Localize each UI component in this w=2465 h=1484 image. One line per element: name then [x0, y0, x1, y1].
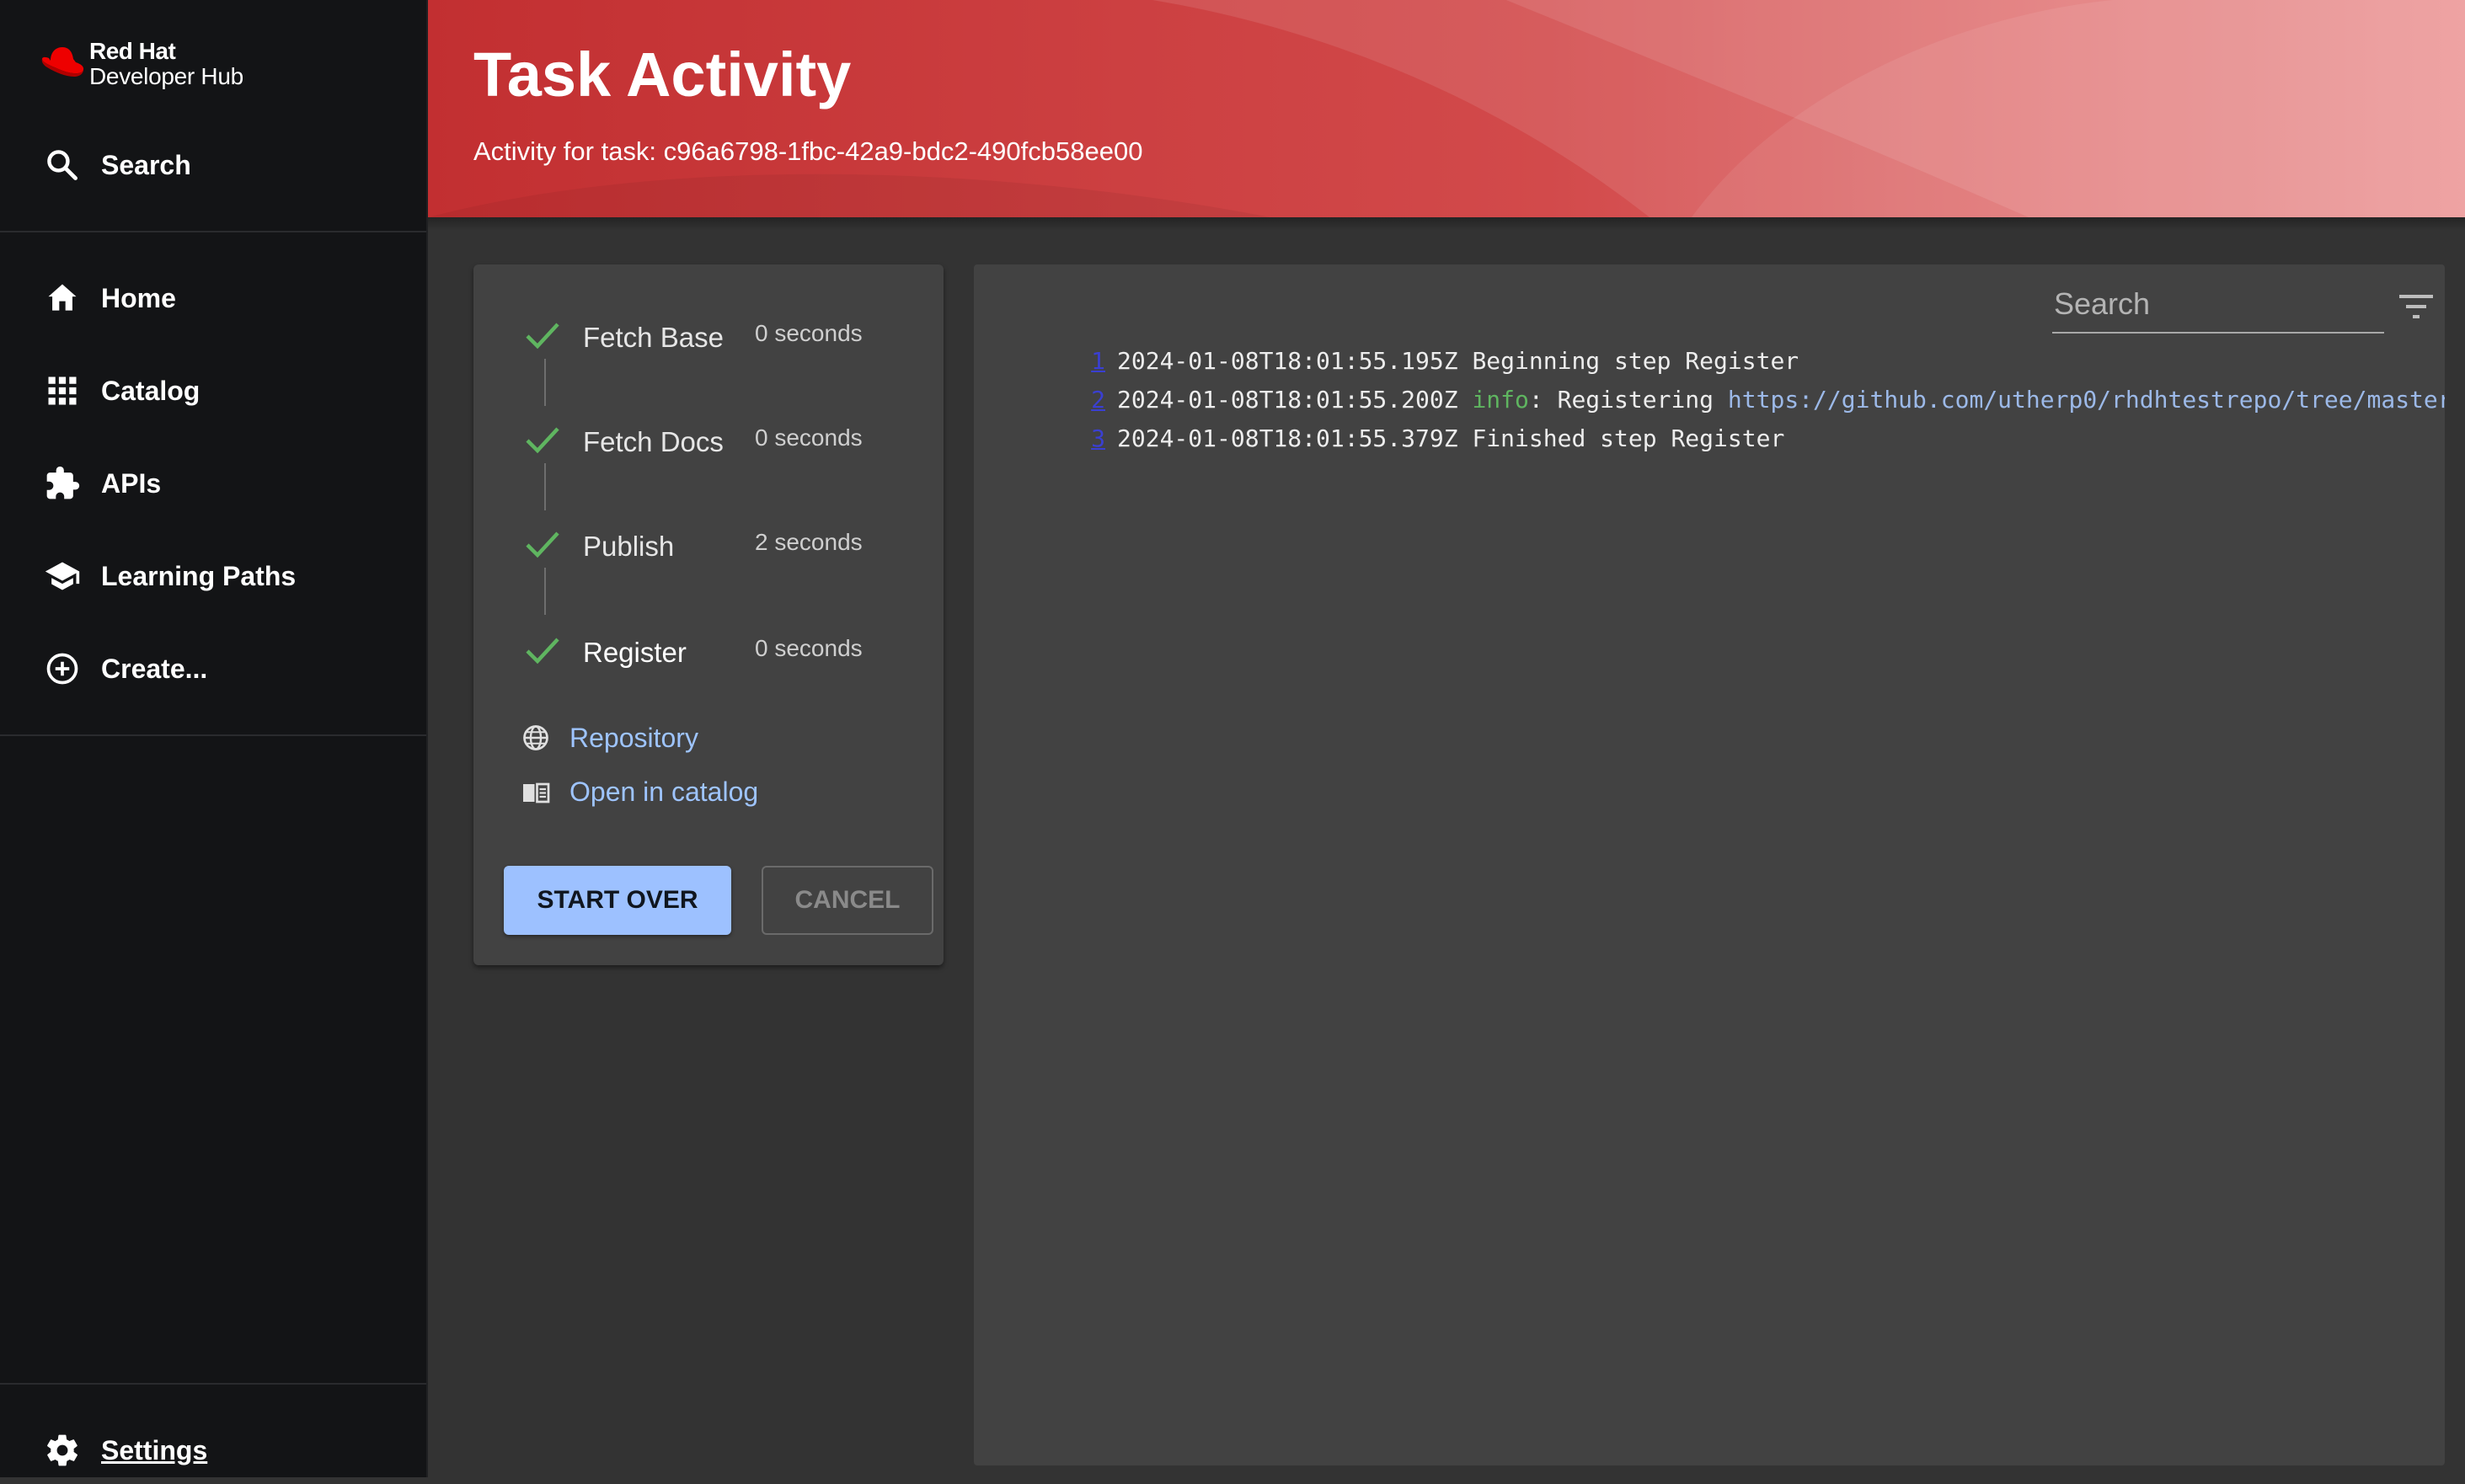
step-register[interactable]: Register 0 seconds — [524, 632, 928, 674]
step-name: Register — [583, 637, 687, 668]
check-icon — [526, 638, 559, 665]
sidebar-search[interactable]: Search — [0, 131, 426, 199]
step-name: Publish — [583, 531, 675, 562]
repository-link[interactable]: Repository — [521, 719, 698, 756]
globe-icon — [523, 725, 548, 750]
red-hat-logo[interactable]: Red Hat Developer Hub — [37, 39, 243, 89]
check-icon — [526, 531, 559, 558]
grid-icon — [48, 376, 77, 405]
header-shadow — [428, 217, 2465, 231]
sidebar: Red Hat Developer Hub Search Home Catalo… — [0, 0, 428, 1477]
sidebar-item-label: Create... — [101, 653, 208, 684]
step-name: Fetch Base — [583, 322, 724, 353]
log-line-number[interactable]: 2 — [1072, 381, 1105, 419]
log-line-number[interactable]: 3 — [1072, 419, 1105, 458]
sidebar-item-label: Settings — [101, 1434, 208, 1465]
start-over-button[interactable]: START OVER — [504, 866, 731, 935]
open-in-catalog-label: Open in catalog — [569, 776, 759, 807]
gear-icon — [47, 1434, 78, 1466]
sidebar-divider — [0, 231, 426, 232]
sidebar-item-create[interactable]: Create... — [0, 635, 426, 702]
sidebar-search-label: Search — [101, 149, 191, 180]
sidebar-item-label: APIs — [101, 467, 162, 499]
search-icon — [47, 150, 78, 180]
red-hat-icon — [41, 47, 84, 77]
step-duration: 0 seconds — [755, 635, 863, 661]
step-duration: 2 seconds — [755, 529, 863, 555]
log-message: Finished step Register — [1472, 424, 1785, 452]
page-subtitle: Activity for task: c96a6798-1fbc-42a9-bd… — [473, 136, 1143, 166]
step-connector — [544, 463, 546, 510]
step-connector — [544, 359, 546, 406]
log-line: 1 2024-01-08T18:01:55.195Z Beginning step… — [1072, 342, 2445, 381]
log-search-input[interactable] — [2052, 286, 2384, 323]
log-timestamp: 2024-01-08T18:01:55.195Z — [1117, 347, 1458, 375]
sidebar-item-label: Home — [101, 282, 176, 313]
add-circle-icon — [46, 653, 78, 685]
log-message: : Registering — [1528, 386, 1728, 414]
log-message: Beginning step Register — [1472, 347, 1799, 375]
page-title: Task Activity — [473, 40, 852, 109]
repository-link-label: Repository — [569, 722, 698, 753]
log-line-number[interactable]: 1 — [1072, 342, 1105, 381]
home-icon — [48, 284, 77, 311]
cancel-button[interactable]: CANCEL — [762, 866, 933, 935]
check-icon — [526, 323, 559, 350]
filter-icon[interactable] — [2396, 290, 2436, 323]
sidebar-item-learning-paths[interactable]: Learning Paths — [0, 542, 426, 610]
sidebar-item-apis[interactable]: APIs — [0, 450, 426, 517]
step-duration: 0 seconds — [755, 320, 863, 346]
check-icon — [526, 427, 559, 454]
log-search-field[interactable] — [2052, 276, 2384, 334]
step-duration: 0 seconds — [755, 424, 863, 451]
open-in-catalog-link[interactable]: Open in catalog — [521, 773, 758, 810]
task-steps-card: Fetch Base 0 seconds Fetch Docs 0 second… — [473, 264, 944, 965]
step-name: Fetch Docs — [583, 426, 724, 457]
catalog-book-icon — [523, 782, 550, 803]
sidebar-divider — [0, 1383, 426, 1385]
step-fetch-base[interactable]: Fetch Base 0 seconds — [524, 317, 928, 359]
log-timestamp: 2024-01-08T18:01:55.379Z — [1117, 424, 1458, 452]
log-url[interactable]: https://github.com/utherp0/rhdhtestrepo/… — [1728, 386, 2445, 414]
task-log-panel: 1 2024-01-08T18:01:55.195Z Beginning step… — [974, 264, 2445, 1465]
sidebar-item-label: Learning Paths — [101, 560, 297, 591]
sidebar-item-label: Catalog — [101, 375, 201, 406]
brand-product: Developer Hub — [89, 63, 243, 89]
sidebar-divider — [0, 734, 426, 736]
step-publish[interactable]: Publish 2 seconds — [524, 526, 928, 568]
log-line: 3 2024-01-08T18:01:55.379Z Finished step … — [1072, 419, 2445, 458]
page-header: Task Activity Activity for task: c96a679… — [428, 0, 2465, 217]
log-line: 2 2024-01-08T18:01:55.200Z info: Register… — [1072, 381, 2445, 419]
school-icon — [45, 562, 80, 590]
sidebar-item-catalog[interactable]: Catalog — [0, 357, 426, 424]
sidebar-item-home[interactable]: Home — [0, 264, 426, 332]
log-level: info — [1472, 386, 1529, 414]
log-lines: 1 2024-01-08T18:01:55.195Z Beginning step… — [1072, 342, 2445, 458]
brand-name: Red Hat — [89, 38, 176, 64]
step-connector — [544, 568, 546, 615]
puzzle-icon — [46, 466, 80, 499]
step-fetch-docs[interactable]: Fetch Docs 0 seconds — [524, 421, 928, 463]
sidebar-item-settings[interactable]: Settings — [0, 1417, 426, 1484]
log-timestamp: 2024-01-08T18:01:55.200Z — [1117, 386, 1458, 414]
